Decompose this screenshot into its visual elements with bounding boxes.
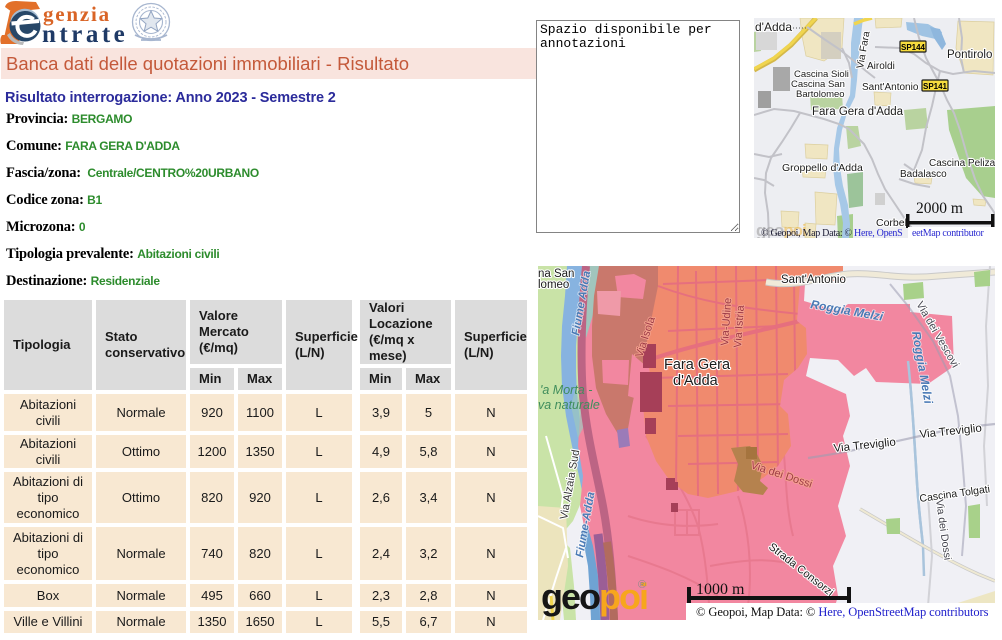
- svg-text:geopoi: geopoi: [541, 576, 647, 617]
- svg-text:ntrate: ntrate: [42, 21, 128, 48]
- svg-text:Pontirolo: Pontirolo: [947, 49, 992, 61]
- svg-text:eetMap contributor: eetMap contributor: [912, 228, 984, 238]
- svg-text:'a Morta -: 'a Morta -: [540, 383, 592, 397]
- svg-text:© Geopoi, Map Data: © Here, Op: © Geopoi, Map Data: © Here, OpenS: [761, 228, 902, 238]
- svg-text:SP144: SP144: [901, 43, 926, 52]
- svg-text:Fara Gera d'Adda: Fara Gera d'Adda: [812, 106, 904, 118]
- svg-text:d'Adda: d'Adda: [755, 20, 792, 34]
- svg-text:Fara Gera: Fara Gera: [664, 357, 731, 373]
- svg-text:2000 m: 2000 m: [916, 200, 963, 217]
- svg-text:Groppello d'Adda: Groppello d'Adda: [782, 162, 863, 174]
- svg-text:va naturale: va naturale: [538, 398, 600, 412]
- svg-text:Sant'Antonio: Sant'Antonio: [781, 274, 846, 286]
- svg-text:Bartolomeo: Bartolomeo: [796, 89, 845, 100]
- svg-text:1000 m: 1000 m: [696, 581, 745, 598]
- svg-text:Cascina Peliza: Cascina Peliza: [929, 158, 995, 169]
- svg-text:®: ®: [638, 579, 646, 591]
- svg-text:© Geopoi, Map Data: © Here, Op: © Geopoi, Map Data: © Here, OpenStreetMa…: [696, 605, 989, 619]
- svg-text:Sant'Antonio: Sant'Antonio: [862, 82, 919, 93]
- svg-text:d'Adda: d'Adda: [673, 373, 719, 389]
- svg-text:SP141: SP141: [923, 82, 948, 91]
- svg-text:Badalasco: Badalasco: [900, 169, 947, 180]
- svg-text:Airoldi: Airoldi: [867, 61, 895, 72]
- svg-text:lomeo: lomeo: [538, 279, 569, 291]
